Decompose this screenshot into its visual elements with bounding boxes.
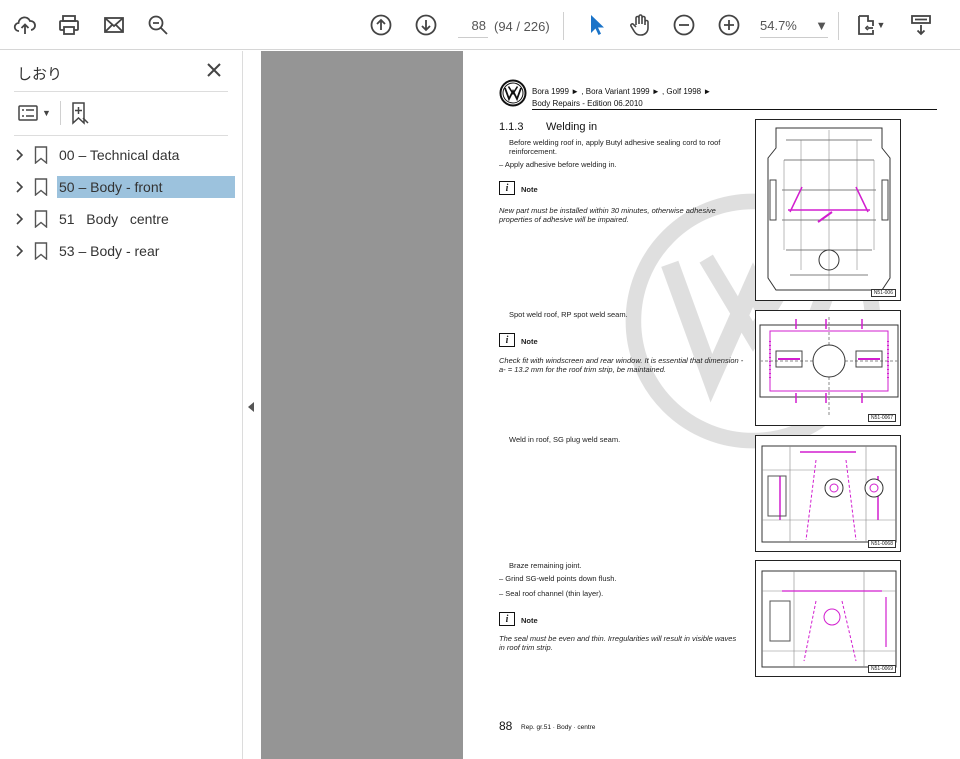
page-footer-number: 88: [499, 719, 513, 733]
figure-id: N51-0068: [868, 540, 896, 548]
pdf-page: Bora 1999 ► , Bora Variant 1999 ► , Golf…: [463, 51, 960, 759]
scroll-mode-icon[interactable]: [906, 10, 936, 40]
figure-roof-adhesive: N51-006: [755, 119, 901, 301]
document-edition: Body Repairs - Edition 06.2010: [532, 99, 643, 108]
bookmark-item[interactable]: 53 – Body - rear: [0, 237, 243, 265]
instruction-text: Braze remaining joint.: [509, 561, 582, 570]
figure-plug-weld: N51-0068: [755, 435, 901, 552]
bookmark-item-selected[interactable]: 50 – Body - front: [0, 173, 243, 201]
chevron-right-icon[interactable]: [14, 149, 24, 161]
note-icon: i: [499, 612, 515, 626]
instruction-step: – Apply adhesive before welding in.: [499, 160, 617, 169]
note-text: New part must be installed within 30 min…: [499, 206, 716, 224]
previous-page-icon[interactable]: [366, 10, 396, 40]
bookmark-options-button[interactable]: ▼: [18, 101, 51, 125]
page-count: (94 / 226): [494, 19, 550, 34]
bookmark-label: 50 – Body - front: [57, 176, 235, 198]
new-bookmark-icon: [72, 102, 89, 125]
figure-spot-weld: N51-0067: [755, 310, 901, 426]
add-bookmark-button[interactable]: [70, 101, 90, 125]
chevron-left-icon: [248, 402, 254, 412]
list-options-icon: [18, 105, 38, 121]
figure-id: N51-0067: [868, 414, 896, 422]
cloud-upload-icon[interactable]: [10, 10, 40, 40]
bookmark-icon: [34, 242, 48, 260]
zoom-dropdown[interactable]: 54.7% ▼: [760, 14, 828, 38]
close-icon[interactable]: [205, 61, 223, 79]
zoom-in-icon[interactable]: [714, 10, 744, 40]
figure-id: N51-0069: [868, 665, 896, 673]
note-text: The seal must be even and thin. Irregula…: [499, 634, 737, 652]
collapse-panel-button[interactable]: [243, 51, 261, 759]
bookmark-icon: [34, 178, 48, 196]
bookmark-icon: [34, 210, 48, 228]
bookmark-label: 51 Body centre: [59, 211, 169, 227]
zoom-value: 54.7%: [760, 18, 797, 33]
chevron-right-icon[interactable]: [14, 245, 24, 257]
vw-logo-icon: [499, 79, 527, 107]
instruction-text: Before welding roof in, apply Butyl adhe…: [509, 138, 721, 156]
note-text: Check fit with windscreen and rear windo…: [499, 356, 744, 374]
page-fit-menu-chevron-icon[interactable]: ▼: [874, 10, 888, 40]
note-icon: i: [499, 181, 515, 195]
bookmark-icon: [34, 146, 48, 164]
next-page-icon[interactable]: [411, 10, 441, 40]
figure-braze-joint: N51-0069: [755, 560, 901, 677]
divider: [14, 91, 228, 92]
car-body-top-view-diagram: [767, 127, 891, 291]
document-models: Bora 1999 ► , Bora Variant 1999 ► , Golf…: [532, 87, 712, 96]
toolbar: (94 / 226) 54.7% ▼ ▼: [0, 0, 960, 50]
section-number: 1.1.3: [499, 121, 524, 133]
note-label: Note: [521, 616, 538, 625]
note-label: Note: [521, 185, 538, 194]
instruction-text: Spot weld roof, RP spot weld seam.: [509, 310, 628, 319]
note-label: Note: [521, 337, 538, 346]
print-icon[interactable]: [54, 10, 84, 40]
roof-spot-weld-diagram: [759, 317, 899, 417]
roof-braze-joint-diagram: [761, 570, 897, 668]
hand-tool-icon[interactable]: [625, 10, 655, 40]
find-text-icon[interactable]: [143, 10, 173, 40]
bookmarks-panel: しおり ▼ 00 – Technical data 50 – Body - fr…: [0, 51, 243, 759]
bookmark-label: 00 – Technical data: [59, 147, 180, 163]
divider: [14, 135, 228, 136]
instruction-step: – Grind SG-weld points down flush.: [499, 574, 617, 583]
page-footer-text: Rep. gr.51 · Body · centre: [521, 724, 596, 731]
toolbar-divider: [563, 12, 564, 40]
select-cursor-icon[interactable]: [582, 10, 612, 40]
bookmark-label: 53 – Body - rear: [59, 243, 160, 259]
chevron-down-icon: ▼: [815, 18, 828, 33]
instruction-text: Weld in roof, SG plug weld seam.: [509, 435, 621, 444]
roof-plug-weld-diagram: [761, 445, 897, 543]
email-icon[interactable]: [99, 10, 129, 40]
chevron-right-icon[interactable]: [14, 213, 24, 225]
bookmark-item[interactable]: 51 Body centre: [0, 205, 243, 233]
header-rule: [532, 109, 937, 110]
instruction-step: – Seal roof channel (thin layer).: [499, 589, 604, 598]
page-number-input[interactable]: [458, 14, 488, 38]
zoom-out-icon[interactable]: [669, 10, 699, 40]
panel-title: しおり: [17, 66, 63, 83]
chevron-right-icon[interactable]: [14, 181, 24, 193]
divider: [60, 101, 61, 125]
toolbar-divider: [838, 12, 839, 40]
section-title: Welding in: [546, 121, 598, 133]
document-viewer[interactable]: Bora 1999 ► , Bora Variant 1999 ► , Golf…: [261, 51, 960, 759]
figure-id: N51-006: [870, 289, 896, 297]
bookmark-item[interactable]: 00 – Technical data: [0, 141, 243, 169]
note-icon: i: [499, 333, 515, 347]
